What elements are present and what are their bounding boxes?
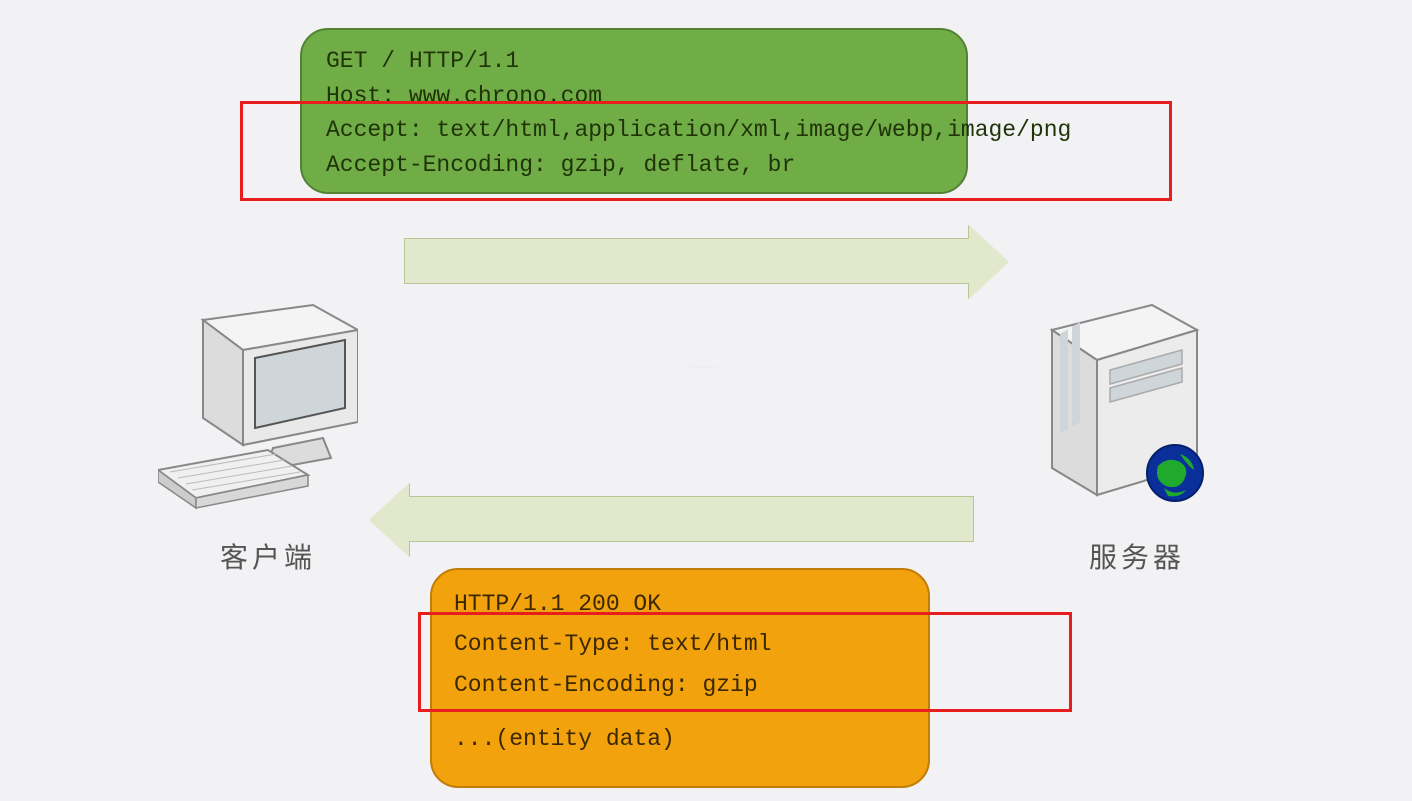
- client-computer-icon: [158, 300, 358, 510]
- server-label: 服务器: [1089, 536, 1185, 576]
- response-line-3: Content-Encoding: gzip: [454, 665, 906, 705]
- response-arrow: [404, 496, 974, 542]
- client-label: 客户端: [220, 536, 316, 576]
- response-line-4: ...(entity data): [454, 719, 906, 759]
- request-line-4: Accept-Encoding: gzip, deflate, br: [326, 148, 942, 183]
- http-response-box: HTTP/1.1 200 OK Content-Type: text/html …: [430, 568, 930, 788]
- request-arrow: [404, 238, 974, 284]
- request-line-2: Host: www.chrono.com: [326, 79, 942, 114]
- response-line-1: HTTP/1.1 200 OK: [454, 584, 906, 624]
- http-request-box: GET / HTTP/1.1 Host: www.chrono.com Acce…: [300, 28, 968, 194]
- server-icon: [1032, 290, 1222, 510]
- response-line-2: Content-Type: text/html: [454, 624, 906, 664]
- globe-icon: [1147, 445, 1203, 501]
- request-line-1: GET / HTTP/1.1: [326, 44, 942, 79]
- request-line-3: Accept: text/html,application/xml,image/…: [326, 113, 942, 148]
